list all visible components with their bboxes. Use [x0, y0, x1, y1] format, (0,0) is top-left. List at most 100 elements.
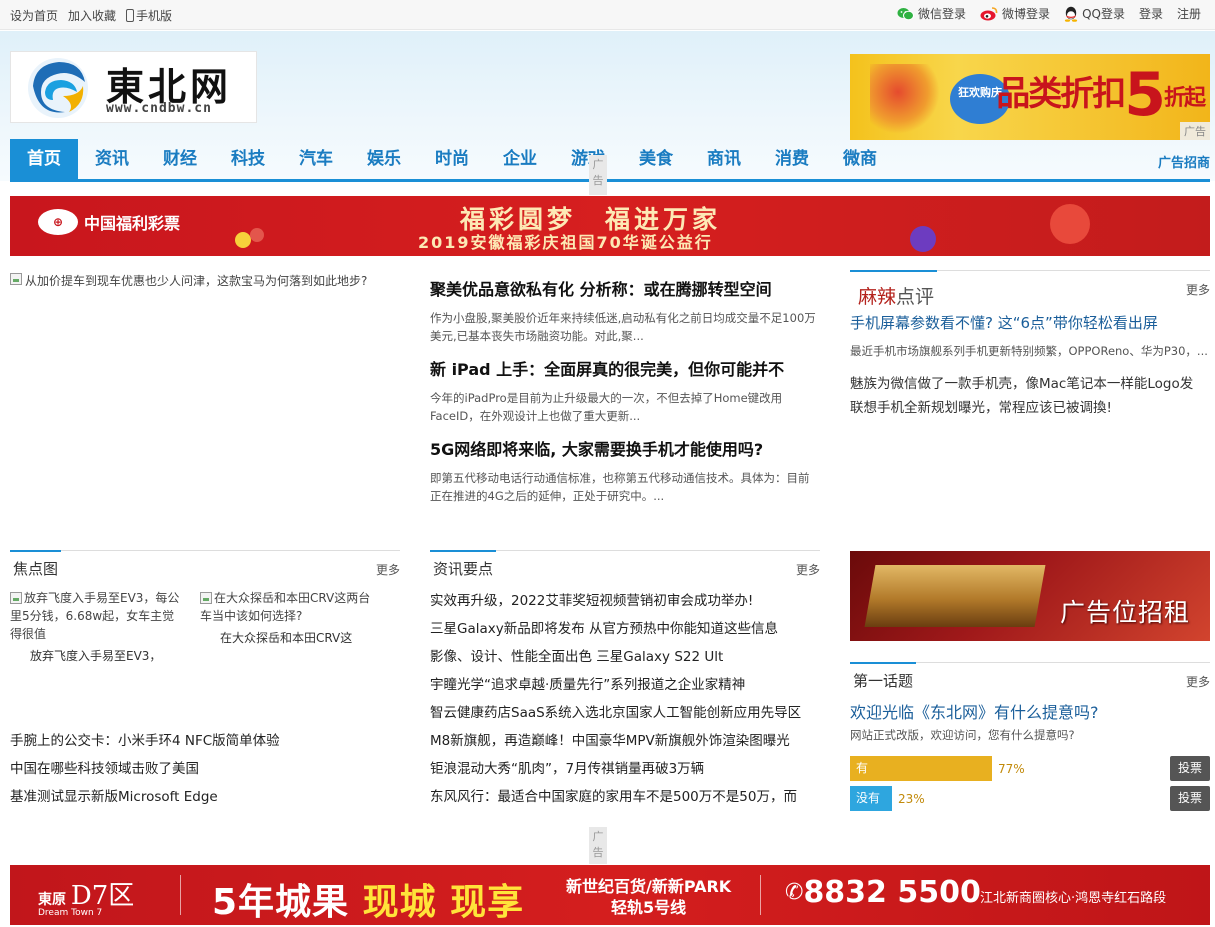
nav-item-auto[interactable]: 汽车 — [282, 139, 350, 179]
nav-item-business[interactable]: 企业 — [486, 139, 554, 179]
list-item[interactable]: 东风风行：最适合中国家庭的家用车不是500万不是50万，而 — [430, 783, 820, 811]
lottery-ball-icon — [235, 232, 251, 248]
real-estate-banner[interactable]: 東原 D7区 Dream Town 7 5年城果 现城 现享 新世纪百货/新新P… — [10, 865, 1210, 925]
article-title[interactable]: 5G网络即将来临, 大家需要换手机才能使用吗? — [430, 438, 820, 462]
article-item: 5G网络即将来临, 大家需要换手机才能使用吗? 即第五代移动电话行动通信标准，也… — [430, 438, 820, 505]
poll-bar: 没有 — [850, 786, 892, 811]
lottery-org-label: 中国福利彩票 — [84, 214, 181, 233]
nav-item-games[interactable]: 游戏 — [554, 139, 622, 179]
top-bar: 设为首页 加入收藏 手机版 微信登录 微博登录 QQ登录 登录 注册 — [0, 0, 1215, 30]
site-logo[interactable]: 東北网 www.cndbw.cn — [10, 51, 257, 123]
poll-more-link[interactable]: 更多 — [1186, 673, 1210, 690]
ad-call-link[interactable]: 广告招商 — [1158, 152, 1210, 171]
nav-item-consumer[interactable]: 消费 — [758, 139, 826, 179]
divider — [760, 875, 761, 915]
ad-label-bottom: 广告 — [589, 827, 607, 864]
banner2-brand-big: D7区 — [70, 881, 135, 911]
list-item[interactable]: 三星Galaxy新品即将发布 从官方预热中你能知道这些信息 — [430, 615, 820, 643]
focus-item[interactable]: 在大众探岳和本田CRV这两台车当中该如何选择? 在大众探岳和本田CRV这 — [200, 589, 375, 647]
lottery-banner[interactable]: ⊕ 中国福利彩票 福彩圆梦 福进万家 2019安徽福彩庆祖国70华诞公益行 — [10, 196, 1210, 256]
nav-item-home[interactable]: 首页 — [10, 139, 78, 179]
nav-list: 首页 资讯 财经 科技 汽车 娱乐 时尚 企业 游戏 美食 商讯 消费 微商 — [10, 139, 1210, 179]
vote-button[interactable]: 投票 — [1170, 786, 1210, 811]
headline-articles: 聚美优品意欲私有化 分析称：或在腾挪转型空间 作为小盘股,聚美股价近年来持续低迷… — [430, 278, 820, 518]
nav-item-food[interactable]: 美食 — [622, 139, 690, 179]
poll-question[interactable]: 欢迎光临《东北网》有什么提意吗? — [850, 699, 1099, 723]
review-link[interactable]: 联想手机全新规划曝光，常程应该已被调換! — [850, 396, 1210, 420]
broken-image-icon — [10, 592, 22, 604]
article-title[interactable]: 新 iPad 上手：全面屏真的很完美，但你可能并不 — [430, 358, 820, 382]
lead-image-alt: 从加价提车到现车优惠也少人问津，这款宝马为何落到如此地步? — [25, 274, 368, 288]
divider — [180, 875, 181, 915]
list-item[interactable]: 影像、设计、性能全面出色 三星Galaxy S22 Ult — [430, 643, 820, 671]
focus-image-alt: 在大众探岳和本田CRV这两台车当中该如何选择? — [200, 591, 371, 623]
set-home-link[interactable]: 设为首页 — [10, 7, 58, 24]
mobile-link[interactable]: 手机版 — [126, 7, 172, 24]
main-nav: 首页 资讯 财经 科技 汽车 娱乐 时尚 企业 游戏 美食 商讯 消费 微商 广… — [10, 139, 1210, 179]
news-link-list: 实效再升级，2022艾菲奖短视频营销初审会成功举办! 三星Galaxy新品即将发… — [430, 587, 820, 811]
poll-option-yes: 有 77% 投票 — [850, 756, 1210, 781]
poll-option-no: 没有 23% 投票 — [850, 786, 1210, 811]
ad-label-top: 广告 — [589, 155, 607, 195]
review-more-link[interactable]: 更多 — [1186, 281, 1210, 298]
ad-space-banner[interactable]: 广告位招租 — [850, 551, 1210, 641]
nav-item-news[interactable]: 资讯 — [78, 139, 146, 179]
list-item[interactable]: 钜浪混动大秀“肌肉”，7月传祺销量再破3万辆 — [430, 755, 820, 783]
poll-option-label: 有 — [856, 761, 869, 775]
nav-item-market-news[interactable]: 商讯 — [690, 139, 758, 179]
poll-section-title: 第一话题 — [850, 662, 917, 691]
article-item: 聚美优品意欲私有化 分析称：或在腾挪转型空间 作为小盘股,聚美股价近年来持续低迷… — [430, 278, 820, 345]
nav-item-entertainment[interactable]: 娱乐 — [350, 139, 418, 179]
review-title-a: 麻辣 — [858, 286, 897, 308]
qq-login-link[interactable]: QQ登录 — [1064, 5, 1125, 22]
nav-item-finance[interactable]: 财经 — [146, 139, 214, 179]
banner2-brand-cn: 東原 — [38, 892, 66, 908]
article-summary: 今年的iPadPro是目前为止升级最大的一次，不但去掉了Home键改用FaceI… — [430, 391, 783, 423]
focus-more-link[interactable]: 更多 — [376, 561, 400, 578]
focus-caption: 在大众探岳和本田CRV这 — [220, 631, 353, 645]
weibo-icon — [980, 7, 998, 21]
list-item[interactable]: 手腕上的公交卡：小米手环4 NFC版简单体验 — [10, 727, 400, 755]
focus-image: 在大众探岳和本田CRV这两台车当中该如何选择? — [200, 589, 375, 625]
register-link[interactable]: 注册 — [1177, 5, 1201, 22]
focus-item[interactable]: 放弃飞度入手易至EV3，每公里5分钱，6.68w起，女车主觉得很值 放弃飞度入手… — [10, 589, 185, 665]
logo-url: www.cndbw.cn — [106, 101, 212, 116]
login-link[interactable]: 登录 — [1139, 5, 1163, 22]
banner2-tel-number: 8832 5500 — [803, 875, 981, 910]
review-headline[interactable]: 手机屏幕参数看不懂? 这“6点”带你轻松看出屏 — [850, 312, 1210, 334]
lead-image[interactable]: 从加价提车到现车优惠也少人问津，这款宝马为何落到如此地步? — [10, 272, 410, 302]
nav-item-tech[interactable]: 科技 — [214, 139, 282, 179]
news-more-link[interactable]: 更多 — [796, 561, 820, 578]
qq-icon — [1064, 6, 1078, 22]
news-section-header: 资讯要点 更多 — [430, 550, 820, 578]
ad-headline-text: 品类折扣 — [996, 74, 1126, 114]
list-item[interactable]: M8新旗舰，再造巅峰！中国豪华MPV新旗舰外饰渲染图曝光 — [430, 727, 820, 755]
lottery-subtitle: 2019安徽福彩庆祖国70华诞公益行 — [418, 233, 713, 252]
list-item[interactable]: 智云健康药店SaaS系统入选北京国家人工智能创新应用先导区 — [430, 699, 820, 727]
nav-item-wechat-commerce[interactable]: 微商 — [826, 139, 894, 179]
top-ad-banner[interactable]: 狂欢购庆 品类折扣5折起 广告 — [850, 54, 1210, 140]
weibo-login-label: 微博登录 — [1002, 7, 1051, 21]
list-item[interactable]: 中国在哪些科技领域击败了美国 — [10, 755, 400, 783]
nav-item-fashion[interactable]: 时尚 — [418, 139, 486, 179]
lottery-logo-icon: ⊕ — [38, 209, 78, 235]
top-bar-left: 设为首页 加入收藏 手机版 — [10, 7, 172, 24]
banner2-slogan-b: 现城 现享 — [362, 882, 525, 923]
wechat-login-link[interactable]: 微信登录 — [897, 5, 966, 22]
ad-suffix: 折起 — [1163, 86, 1206, 111]
add-favorite-link[interactable]: 加入收藏 — [68, 7, 116, 24]
banner2-brand: 東原 D7区 Dream Town 7 — [38, 875, 134, 918]
gold-box-graphic — [864, 565, 1046, 627]
banner2-slogan-a: 5年城果 — [212, 882, 350, 923]
list-item[interactable]: 宇瞳光学“追求卓越·质量先行”系列报道之企业家精神 — [430, 671, 820, 699]
review-link[interactable]: 魅族为微信做了一款手机壳，像Mac笔记本一样能Logo发 — [850, 372, 1210, 396]
list-item[interactable]: 实效再升级，2022艾菲奖短视频营销初审会成功举办! — [430, 587, 820, 615]
list-item[interactable]: 基准测试显示新版Microsoft Edge — [10, 783, 400, 811]
article-title[interactable]: 聚美优品意欲私有化 分析称：或在腾挪转型空间 — [430, 278, 820, 302]
vote-button[interactable]: 投票 — [1170, 756, 1210, 781]
banner2-address: 江北新商圈核心·鸿恩寺红石路段 — [980, 891, 1167, 906]
banner2-slogan: 5年城果 现城 现享 — [212, 873, 524, 925]
ad-headline: 品类折扣5折起 — [996, 60, 1206, 130]
article-summary: 作为小盘股,聚美股价近年来持续低迷,启动私有化之前日均成交量不足100万美元,已… — [430, 311, 816, 343]
weibo-login-link[interactable]: 微博登录 — [980, 5, 1050, 22]
